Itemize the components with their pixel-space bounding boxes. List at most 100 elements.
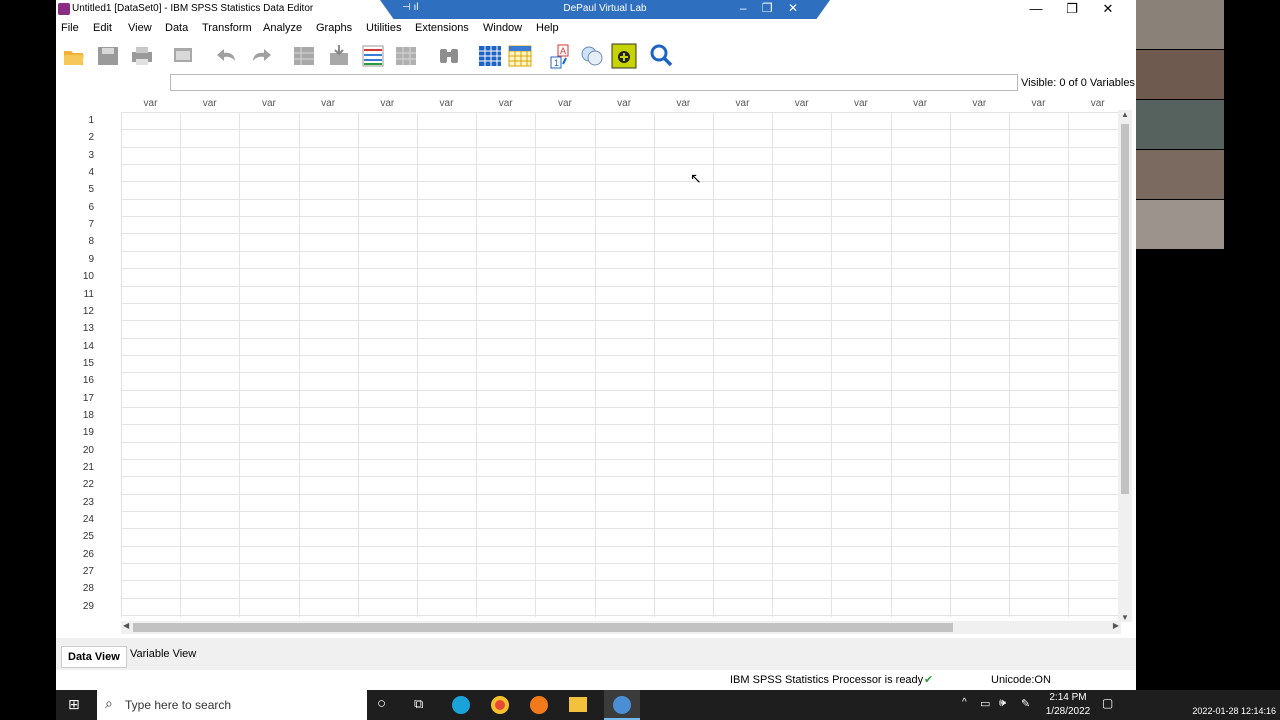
menu-help[interactable]: Help xyxy=(536,22,559,34)
row-header[interactable]: 24 xyxy=(56,514,94,525)
remote-window-controls[interactable]: ‒ ❐ ✕ xyxy=(740,1,804,15)
tray-overflow-icon[interactable]: ^ xyxy=(962,697,967,708)
tab-variable-view[interactable]: Variable View xyxy=(124,644,202,666)
row-header[interactable]: 11 xyxy=(56,289,94,300)
row-header[interactable]: 17 xyxy=(56,393,94,404)
chrome-icon[interactable] xyxy=(491,696,509,714)
row-header[interactable]: 1 xyxy=(56,115,94,126)
horizontal-scrollbar[interactable]: ◀ ▶ xyxy=(121,621,1121,634)
insert-variable-icon[interactable] xyxy=(507,43,533,69)
search-icon[interactable] xyxy=(648,43,674,69)
menu-analyze[interactable]: Analyze xyxy=(263,22,302,34)
column-header[interactable]: var xyxy=(239,98,298,109)
goto-variable-icon[interactable] xyxy=(326,43,352,69)
horizontal-scroll-thumb[interactable] xyxy=(133,623,953,632)
windows-start-icon[interactable]: ⊞ xyxy=(68,696,80,713)
column-header[interactable]: var xyxy=(180,98,239,109)
row-header[interactable]: 13 xyxy=(56,323,94,334)
row-header[interactable]: 23 xyxy=(56,497,94,508)
row-header[interactable]: 9 xyxy=(56,254,94,265)
variables-icon[interactable] xyxy=(360,43,386,69)
row-header[interactable]: 7 xyxy=(56,219,94,230)
notifications-icon[interactable]: ▢ xyxy=(1102,696,1113,710)
row-header[interactable]: 22 xyxy=(56,479,94,490)
column-header[interactable]: var xyxy=(1068,98,1127,109)
row-header[interactable]: 21 xyxy=(56,462,94,473)
row-header[interactable]: 8 xyxy=(56,236,94,247)
row-header[interactable]: 4 xyxy=(56,167,94,178)
menu-view[interactable]: View xyxy=(128,22,152,34)
row-header[interactable]: 5 xyxy=(56,184,94,195)
insert-cases-icon[interactable] xyxy=(477,43,503,69)
firefox-icon[interactable] xyxy=(530,696,548,714)
row-header[interactable]: 19 xyxy=(56,427,94,438)
scroll-right-icon[interactable]: ▶ xyxy=(1113,621,1119,630)
menu-graphs[interactable]: Graphs xyxy=(316,22,352,34)
undo-icon[interactable] xyxy=(213,43,239,69)
vertical-scrollbar[interactable]: ▲ ▼ xyxy=(1118,110,1132,622)
vertical-scroll-thumb[interactable] xyxy=(1121,124,1129,494)
task-view-icon[interactable]: ⧉ xyxy=(414,696,423,712)
close-icon[interactable]: ✕ xyxy=(1090,1,1126,17)
row-header[interactable]: 29 xyxy=(56,601,94,612)
cell-editor-input[interactable] xyxy=(170,74,1018,91)
column-header[interactable]: var xyxy=(535,98,594,109)
goto-case-icon[interactable] xyxy=(291,43,317,69)
row-header[interactable]: 3 xyxy=(56,150,94,161)
run-descriptives-icon[interactable] xyxy=(393,43,419,69)
minimize-icon[interactable]: — xyxy=(1018,1,1054,16)
scroll-left-icon[interactable]: ◀ xyxy=(123,621,129,630)
menu-utilities[interactable]: Utilities xyxy=(366,22,401,34)
menu-data[interactable]: Data xyxy=(165,22,188,34)
row-header[interactable]: 14 xyxy=(56,341,94,352)
use-sets-icon[interactable] xyxy=(579,43,605,69)
column-header[interactable]: var xyxy=(654,98,713,109)
value-labels-icon[interactable]: A1 xyxy=(548,43,574,69)
menu-transform[interactable]: Transform xyxy=(202,22,252,34)
row-header[interactable]: 26 xyxy=(56,549,94,560)
edge-icon[interactable] xyxy=(452,696,470,714)
remote-desktop-taskbar-item[interactable] xyxy=(604,690,640,720)
column-header[interactable]: var xyxy=(891,98,950,109)
row-header[interactable]: 15 xyxy=(56,358,94,369)
volume-icon[interactable]: 🕪 xyxy=(999,697,1006,710)
menu-file[interactable]: File xyxy=(61,22,79,34)
grid-cells[interactable] xyxy=(121,112,1119,617)
column-header[interactable]: var xyxy=(713,98,772,109)
row-header[interactable]: 12 xyxy=(56,306,94,317)
scroll-down-icon[interactable]: ▼ xyxy=(1121,613,1129,622)
show-all-variables-icon[interactable] xyxy=(611,43,637,69)
redo-icon[interactable] xyxy=(249,43,275,69)
network-icon[interactable]: ▭ xyxy=(980,697,990,710)
tab-data-view[interactable]: Data View xyxy=(61,646,127,668)
column-header[interactable]: var xyxy=(772,98,831,109)
open-folder-icon[interactable] xyxy=(61,43,87,69)
column-header[interactable]: var xyxy=(358,98,417,109)
pen-icon[interactable]: ✎ xyxy=(1021,697,1030,710)
print-icon[interactable] xyxy=(129,43,155,69)
row-header[interactable]: 28 xyxy=(56,583,94,594)
find-icon[interactable] xyxy=(436,43,462,69)
taskbar-time[interactable]: 2:14 PM xyxy=(1046,692,1090,703)
column-header[interactable]: var xyxy=(595,98,654,109)
column-header[interactable]: var xyxy=(950,98,1009,109)
cortana-icon[interactable]: ○ xyxy=(377,695,386,712)
restore-icon[interactable]: ❐ xyxy=(1054,1,1090,17)
scroll-up-icon[interactable]: ▲ xyxy=(1121,110,1129,119)
row-header[interactable]: 16 xyxy=(56,375,94,386)
taskbar-search-box[interactable]: ⌕ Type here to search xyxy=(97,690,367,720)
recall-dialog-icon[interactable] xyxy=(171,43,197,69)
column-header[interactable]: var xyxy=(1009,98,1068,109)
menu-edit[interactable]: Edit xyxy=(93,22,112,34)
row-header[interactable]: 27 xyxy=(56,566,94,577)
column-header[interactable]: var xyxy=(121,98,180,109)
column-header[interactable]: var xyxy=(299,98,358,109)
menu-window[interactable]: Window xyxy=(483,22,522,34)
row-header[interactable]: 20 xyxy=(56,445,94,456)
column-header[interactable]: var xyxy=(476,98,535,109)
row-header[interactable]: 2 xyxy=(56,132,94,143)
taskbar-date[interactable]: 1/28/2022 xyxy=(1040,706,1096,717)
row-header[interactable]: 18 xyxy=(56,410,94,421)
row-header[interactable]: 6 xyxy=(56,202,94,213)
column-header[interactable]: var xyxy=(417,98,476,109)
